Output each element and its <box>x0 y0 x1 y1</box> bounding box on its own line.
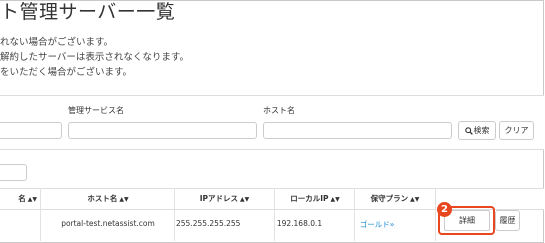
column-header-host[interactable]: ホスト名 ▲▼ <box>43 189 173 209</box>
notice-line: 解約したサーバーは表示されなくなります。 <box>0 52 189 63</box>
column-divider <box>40 188 41 241</box>
cell-ip: 255.255.255.255 <box>176 219 241 228</box>
left-search-input[interactable] <box>0 122 62 139</box>
cell-local-ip: 192.168.0.1 <box>276 219 323 228</box>
column-header-ip[interactable]: IPアドレス ▲▼ <box>176 189 273 209</box>
sort-icon: ▲▼ <box>240 196 250 203</box>
column-header-label: 保守プラン <box>370 194 409 203</box>
history-button[interactable]: 履歴 <box>495 210 520 231</box>
column-header-label: 名 <box>18 194 26 203</box>
sort-icon: ▲▼ <box>410 196 420 203</box>
column-divider <box>174 188 175 241</box>
step-number-badge: 2 <box>437 202 452 217</box>
search-button[interactable]: 検索 <box>458 121 496 140</box>
cell-host: portal-test.netassist.com <box>61 219 155 228</box>
column-divider <box>274 188 275 241</box>
notice-line: れない場合がございます。 <box>0 37 114 48</box>
column-header-label: IPアドレス <box>199 194 239 203</box>
host-name-label: ホスト名 <box>263 106 295 115</box>
table-filter-input[interactable] <box>0 164 27 181</box>
service-name-input[interactable] <box>68 122 257 139</box>
clear-button[interactable]: クリア <box>499 121 534 140</box>
column-divider <box>354 188 355 241</box>
sort-icon: ▲▼ <box>119 196 129 203</box>
notice-text: れない場合がございます。 解約したサーバーは表示されなくなります。 をいただく場… <box>0 35 189 80</box>
column-header-plan[interactable]: 保守プラン ▲▼ <box>356 189 434 209</box>
page-title: ト管理サーバー一覧 <box>0 1 176 23</box>
column-header-name[interactable]: 名 ▲▼ <box>0 189 37 209</box>
search-button-label: 検索 <box>473 126 490 135</box>
sort-icon: ▲▼ <box>27 196 37 203</box>
column-header-local-ip[interactable]: ローカルIP ▲▼ <box>276 189 354 209</box>
search-panel: 管理サービス名 ホスト名 検索 クリア <box>0 95 544 150</box>
column-divider <box>435 188 436 241</box>
host-name-input[interactable] <box>263 122 452 139</box>
search-icon <box>464 126 473 135</box>
column-header-label: ホスト名 <box>87 194 118 203</box>
service-name-label: 管理サービス名 <box>68 106 124 115</box>
plan-link[interactable]: ゴールド» <box>356 219 398 230</box>
notice-line: をいただく場合がございます。 <box>0 67 133 78</box>
sort-icon: ▲▼ <box>330 196 340 203</box>
column-header-label: ローカルIP <box>290 194 329 203</box>
